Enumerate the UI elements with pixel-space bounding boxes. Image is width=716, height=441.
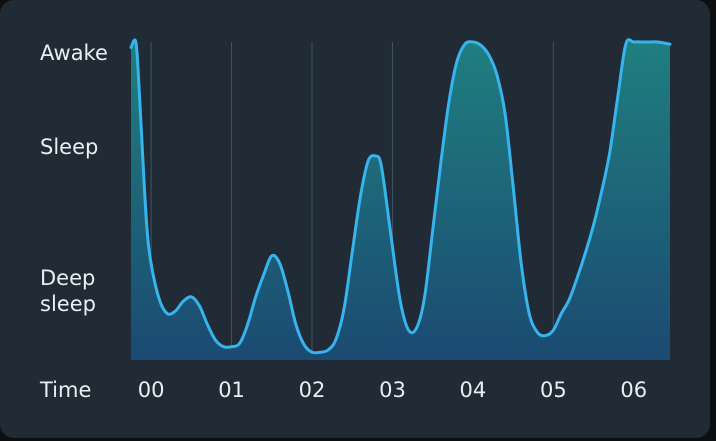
x-tick-label-03: 03 bbox=[379, 378, 406, 402]
x-axis-title: Time bbox=[40, 378, 92, 402]
sleep-area bbox=[131, 39, 670, 361]
x-tick-label-04: 04 bbox=[460, 378, 487, 402]
x-tick-labels: 00 01 02 03 04 05 06 bbox=[138, 378, 647, 402]
y-label-sleep: Sleep bbox=[40, 135, 99, 159]
x-tick-label-02: 02 bbox=[299, 378, 326, 402]
x-tick-label-00: 00 bbox=[138, 378, 165, 402]
x-tick-label-05: 05 bbox=[540, 378, 567, 402]
y-label-awake: Awake bbox=[40, 41, 108, 65]
sleep-chart-card: 00 01 02 03 04 05 06 Awake Sleep Deep sleep Ti… bbox=[0, 0, 710, 438]
x-tick-label-01: 01 bbox=[218, 378, 245, 402]
y-label-deep-sleep: Deep sleep bbox=[40, 266, 96, 316]
x-tick-label-06: 06 bbox=[620, 378, 647, 402]
